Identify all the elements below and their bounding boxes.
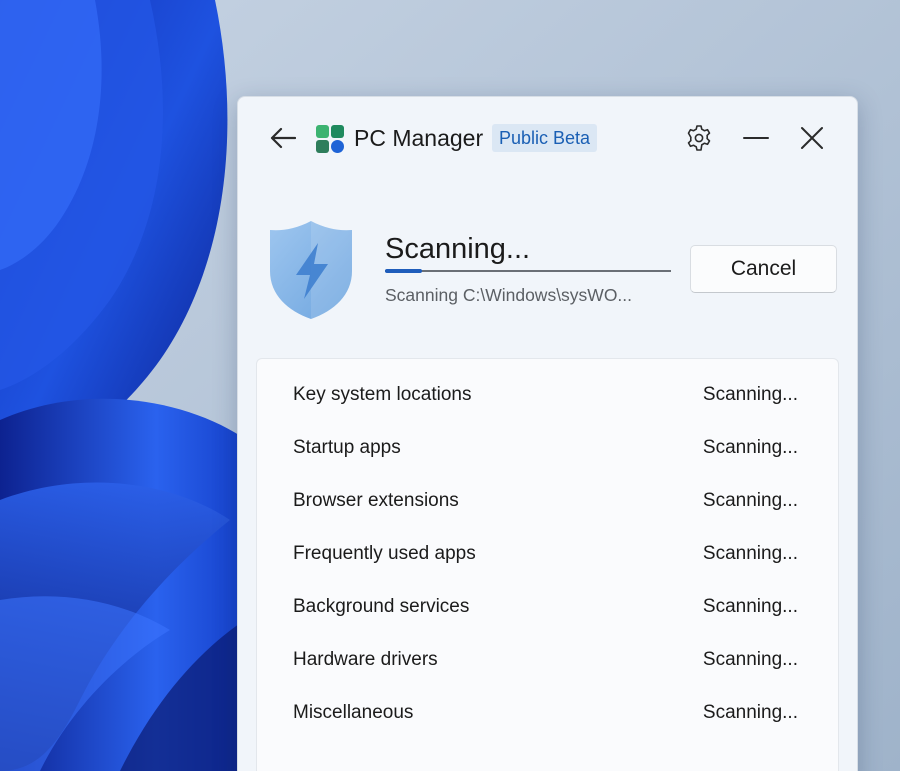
scan-item-label: Browser extensions: [293, 490, 459, 511]
close-button[interactable]: [795, 123, 829, 153]
cancel-button[interactable]: Cancel: [690, 245, 837, 293]
scan-item-label: Frequently used apps: [293, 543, 476, 564]
scan-item-row: Miscellaneous Scanning...: [257, 686, 838, 739]
scan-item-status: Scanning...: [702, 702, 798, 723]
beta-badge: Public Beta: [492, 124, 598, 152]
back-button[interactable]: [266, 123, 300, 153]
scan-item-status: Scanning...: [702, 490, 798, 511]
scan-current-path: Scanning C:\Windows\sysWO...: [385, 285, 633, 305]
scan-item-row: Frequently used apps Scanning...: [257, 527, 838, 580]
scan-item-status: Scanning...: [702, 384, 798, 405]
scan-progress-fill: [385, 269, 423, 273]
scan-items-card: Key system locations Scanning... Startup a…: [256, 358, 839, 771]
scan-item-status: Scanning...: [702, 543, 798, 564]
scan-item-row: Hardware drivers Scanning...: [257, 633, 838, 686]
scan-item-row: Key system locations Scanning...: [257, 368, 838, 421]
scan-item-status: Scanning...: [702, 649, 798, 670]
scan-item-row: Browser extensions Scanning...: [257, 474, 838, 527]
scan-item-row: Startup apps Scanning...: [257, 421, 838, 474]
pc-manager-logo-icon: [316, 125, 344, 153]
settings-button[interactable]: [683, 123, 715, 153]
scan-item-label: Background services: [293, 596, 470, 617]
minimize-button[interactable]: [739, 123, 773, 153]
scan-progress-bar: [385, 269, 671, 273]
scan-item-status: Scanning...: [702, 437, 798, 458]
scan-item-label: Miscellaneous: [293, 702, 414, 723]
minimize-icon: [743, 137, 769, 139]
back-arrow-icon: [270, 127, 296, 149]
app-title: PC Manager: [354, 125, 484, 151]
scan-item-label: Startup apps: [293, 437, 401, 458]
close-icon: [801, 127, 823, 149]
scan-item-status: Scanning...: [702, 596, 798, 617]
shield-lightning-icon: [270, 221, 352, 319]
desktop: PC Manager Public Beta Scanning... Scann…: [0, 0, 900, 771]
scan-status-title: Scanning...: [385, 233, 531, 265]
scan-item-label: Key system locations: [293, 384, 472, 405]
pc-manager-window: PC Manager Public Beta Scanning... Scann…: [237, 96, 858, 771]
gear-icon: [687, 125, 711, 151]
scan-item-row: Background services Scanning...: [257, 580, 838, 633]
title-bar: PC Manager Public Beta: [238, 97, 857, 179]
scan-item-label: Hardware drivers: [293, 649, 438, 670]
